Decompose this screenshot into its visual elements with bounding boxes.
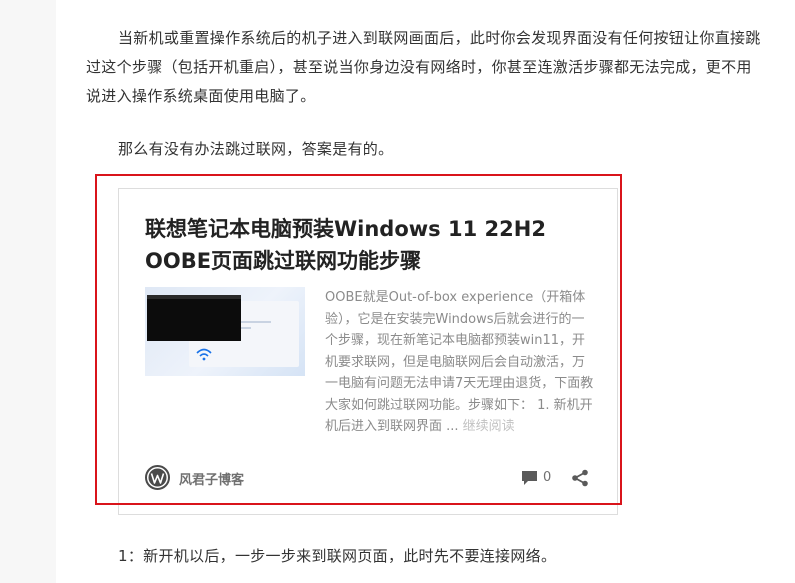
- red-highlight-annotation: [95, 174, 622, 505]
- article-body: 当新机或重置操作系统后的机子进入到联网画面后，此时你会发现界面没有任何按钮让你直…: [86, 24, 766, 565]
- article-paragraph: 1：新开机以后，一步一步来到联网页面，此时先不要连接网络。: [118, 547, 557, 565]
- left-margin-strip: [0, 0, 56, 583]
- article-paragraph: 当新机或重置操作系统后的机子进入到联网画面后，此时你会发现界面没有任何按钮让你直…: [86, 29, 761, 105]
- article-paragraph: 那么有没有办法跳过联网，答案是有的。: [118, 140, 394, 158]
